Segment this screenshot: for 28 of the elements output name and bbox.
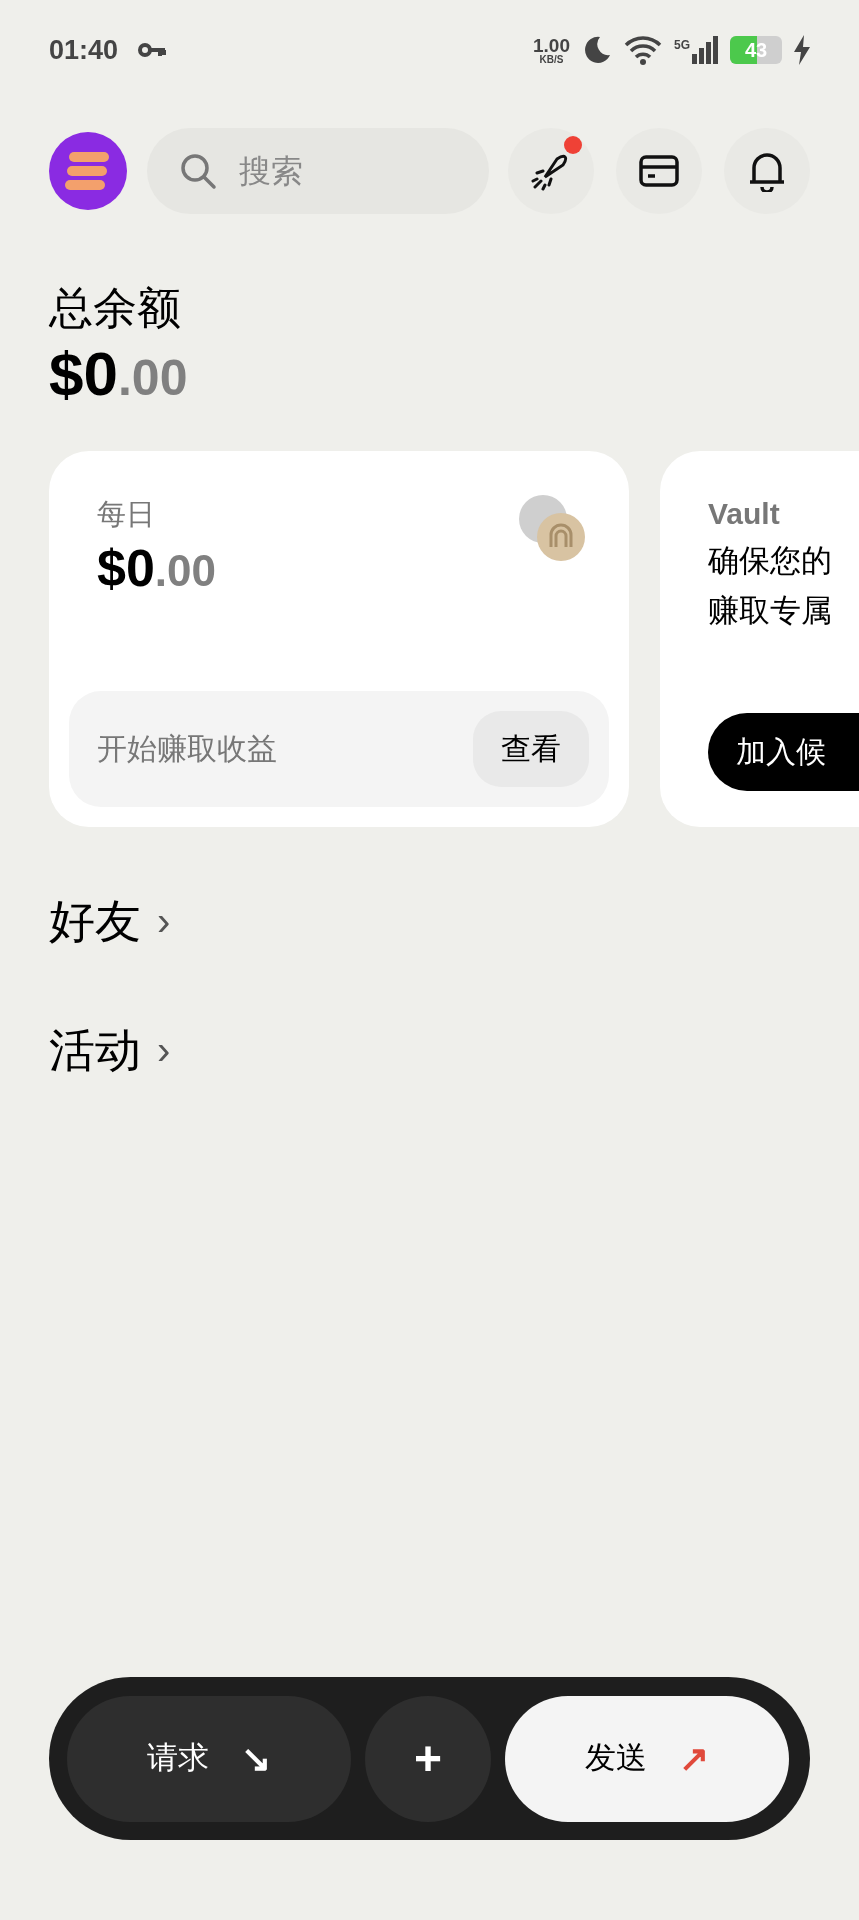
- status-time: 01:40: [49, 33, 119, 67]
- request-button[interactable]: 请求 ↘: [67, 1695, 351, 1822]
- balance-amount: $0.00: [49, 338, 189, 410]
- speed-unit: KB/S: [539, 54, 564, 65]
- credit-card-icon: [639, 155, 679, 187]
- section-link[interactable]: 活动 ›: [49, 1015, 171, 1085]
- network-type: 5G: [674, 37, 690, 54]
- card-description: 确保您的: [708, 541, 833, 580]
- search-field[interactable]: 搜索: [147, 128, 489, 214]
- wifi-icon: [624, 35, 662, 65]
- card-title: Vault: [708, 495, 781, 532]
- network-speed: 1.00: [533, 35, 570, 55]
- send-button[interactable]: 发送 ↗: [505, 1695, 789, 1822]
- signal-icon: [692, 36, 718, 64]
- bell-icon: [748, 150, 786, 192]
- card-label: 每日: [97, 496, 156, 532]
- key-icon: [138, 43, 167, 57]
- join-button[interactable]: 加入候: [708, 712, 859, 791]
- view-button[interactable]: 查看: [473, 710, 589, 787]
- add-button[interactable]: +: [365, 1695, 491, 1822]
- charging-icon: [794, 35, 810, 65]
- section-link[interactable]: 好友 ›: [49, 886, 171, 956]
- card-amount: $0.00: [97, 538, 216, 599]
- balance-label: 总余额: [49, 282, 182, 334]
- earn-prompt: 开始赚取收益: [97, 731, 277, 767]
- card-description: 赚取专属: [708, 591, 833, 630]
- moon-icon: [582, 35, 612, 65]
- search-icon: [179, 152, 217, 190]
